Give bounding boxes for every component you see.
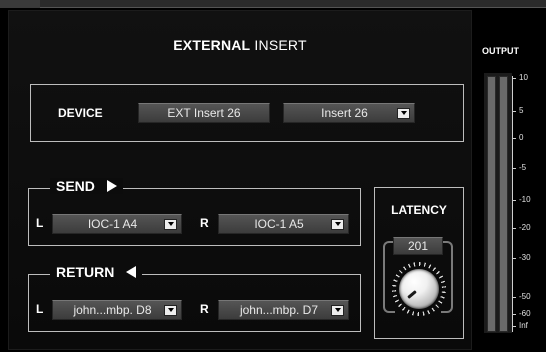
send-legend: SEND — [50, 178, 123, 194]
knob-cap[interactable] — [399, 269, 439, 309]
back-arrow-icon — [126, 266, 137, 278]
meter-tick-label: 5 — [519, 106, 524, 115]
meter-channel-left — [487, 76, 496, 332]
device-insert-select[interactable]: Insert 26 — [283, 103, 415, 123]
latency-value: 201 — [407, 239, 429, 253]
return-left-value: john...mbp. D8 — [73, 303, 152, 317]
return-legend: RETURN — [50, 264, 143, 280]
meter-tick — [512, 138, 516, 139]
play-arrow-icon — [106, 180, 117, 192]
meter-tick — [512, 168, 516, 169]
chevron-down-icon[interactable] — [331, 218, 344, 230]
meter-tick-label: -50 — [519, 292, 531, 301]
meter-tick — [512, 228, 516, 229]
return-right-value: john...mbp. D7 — [239, 303, 319, 317]
send-right-label: R — [200, 216, 209, 230]
chevron-down-icon[interactable] — [397, 107, 410, 119]
meter-tick-label: -60 — [519, 309, 531, 318]
knob-indicator — [407, 290, 417, 299]
send-right-value: IOC-1 A5 — [254, 217, 304, 231]
title-light: INSERT — [254, 37, 307, 53]
send-left-label: L — [36, 216, 44, 230]
meter-tick-label: 10 — [519, 73, 528, 82]
meter-tick — [512, 297, 516, 298]
return-left-select[interactable]: john...mbp. D8 — [52, 300, 182, 320]
latency-knob[interactable] — [392, 262, 446, 316]
meter-scale-line — [512, 76, 513, 332]
meter-tick — [512, 314, 516, 315]
chevron-down-icon[interactable] — [164, 304, 177, 316]
send-left-value: IOC-1 A4 — [87, 217, 138, 231]
plugin-title: EXTERNAL INSERT — [0, 37, 480, 53]
meter-tick-label: 0 — [519, 133, 524, 142]
meter-tick-label: -30 — [519, 253, 531, 262]
device-name-field[interactable]: EXT Insert 26 — [138, 103, 270, 123]
device-label: DEVICE — [58, 106, 103, 120]
send-label: SEND — [56, 178, 95, 194]
window-top-strip — [0, 0, 546, 8]
meter-tick-label: Inf — [519, 321, 528, 330]
return-left-label: L — [36, 302, 44, 316]
window-tab — [0, 0, 40, 8]
send-right-select[interactable]: IOC-1 A5 — [218, 214, 349, 234]
latency-value-field[interactable]: 201 — [393, 237, 443, 255]
meter-tick-label: -10 — [519, 195, 531, 204]
device-insert-value: Insert 26 — [321, 106, 368, 120]
device-name-value: EXT Insert 26 — [167, 106, 241, 120]
return-label: RETURN — [56, 264, 115, 280]
meter-tick — [512, 200, 516, 201]
output-label: OUTPUT — [482, 46, 519, 56]
chevron-down-icon[interactable] — [331, 304, 344, 316]
chevron-down-icon[interactable] — [164, 218, 177, 230]
meter-tick — [512, 258, 516, 259]
meter-tick — [512, 111, 516, 112]
return-right-select[interactable]: john...mbp. D7 — [218, 300, 349, 320]
meter-tick-label: -20 — [519, 223, 531, 232]
latency-label: LATENCY — [391, 203, 447, 217]
meter-tick-label: -5 — [519, 163, 527, 172]
meter-tick — [512, 326, 516, 327]
title-bold: EXTERNAL — [173, 37, 251, 53]
send-left-select[interactable]: IOC-1 A4 — [52, 214, 182, 234]
meter-tick — [512, 78, 516, 79]
meter-channel-right — [499, 76, 508, 332]
return-right-label: R — [200, 302, 209, 316]
